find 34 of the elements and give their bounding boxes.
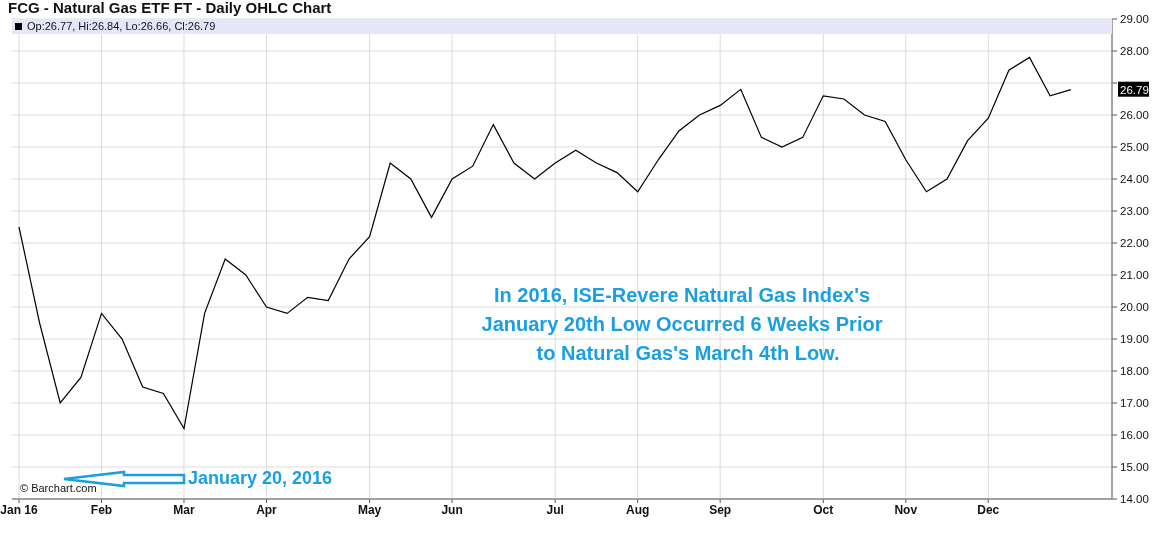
axis-label: Apr [256, 503, 277, 517]
axis-label: 22.00 [1120, 237, 1149, 249]
axis-label: 19.00 [1120, 333, 1149, 345]
axis-label: Nov [894, 503, 918, 517]
legend-swatch-icon [15, 23, 22, 30]
axis-label: Feb [90, 503, 113, 517]
credit-text: © Barchart.com [20, 482, 97, 494]
chart-title: FCG - Natural Gas ETF FT - Daily OHLC Chart [8, 0, 332, 16]
axis-label: 17.00 [1120, 397, 1149, 409]
last-price-label: 26.79 [1118, 81, 1149, 97]
axis-label: 24.00 [1120, 173, 1149, 185]
axis-label: Aug [626, 503, 650, 517]
axis-label: 25.00 [1120, 141, 1149, 153]
annotation-text: January 20, 2016 [188, 468, 333, 488]
axis-label: 28.00 [1120, 45, 1149, 57]
axis-label: Jul [546, 503, 564, 517]
axis-label: 29.00 [1120, 13, 1149, 25]
annotation-text: In 2016, ISE-Revere Natural Gas Index's January 20th Low Occurred 6 Weeks Prior to Natural Gas's March 4th Low. [481, 284, 883, 364]
legend-text: Op:26.77, Hi:26.84, Lo:26.66, Cl:26.79 [27, 20, 216, 32]
axis-label: 21.00 [1120, 269, 1149, 281]
axis-label: Sep [709, 503, 732, 517]
axis-label: 20.00 [1120, 301, 1149, 313]
axis-label: May [357, 503, 382, 517]
axis-label: 23.00 [1120, 205, 1149, 217]
axis-label: Dec [977, 503, 1000, 517]
axis-label: 15.00 [1120, 461, 1149, 473]
axis-label: Mar [173, 503, 195, 517]
axis-label: 14.00 [1120, 493, 1149, 505]
axis-label: 16.00 [1120, 429, 1149, 441]
axis-label: Jan 16 [0, 503, 38, 517]
axis-label: Jun [441, 503, 463, 517]
axis-label: 26.00 [1120, 109, 1149, 121]
axis-label: Oct [813, 503, 834, 517]
axis-label: 18.00 [1120, 365, 1149, 377]
